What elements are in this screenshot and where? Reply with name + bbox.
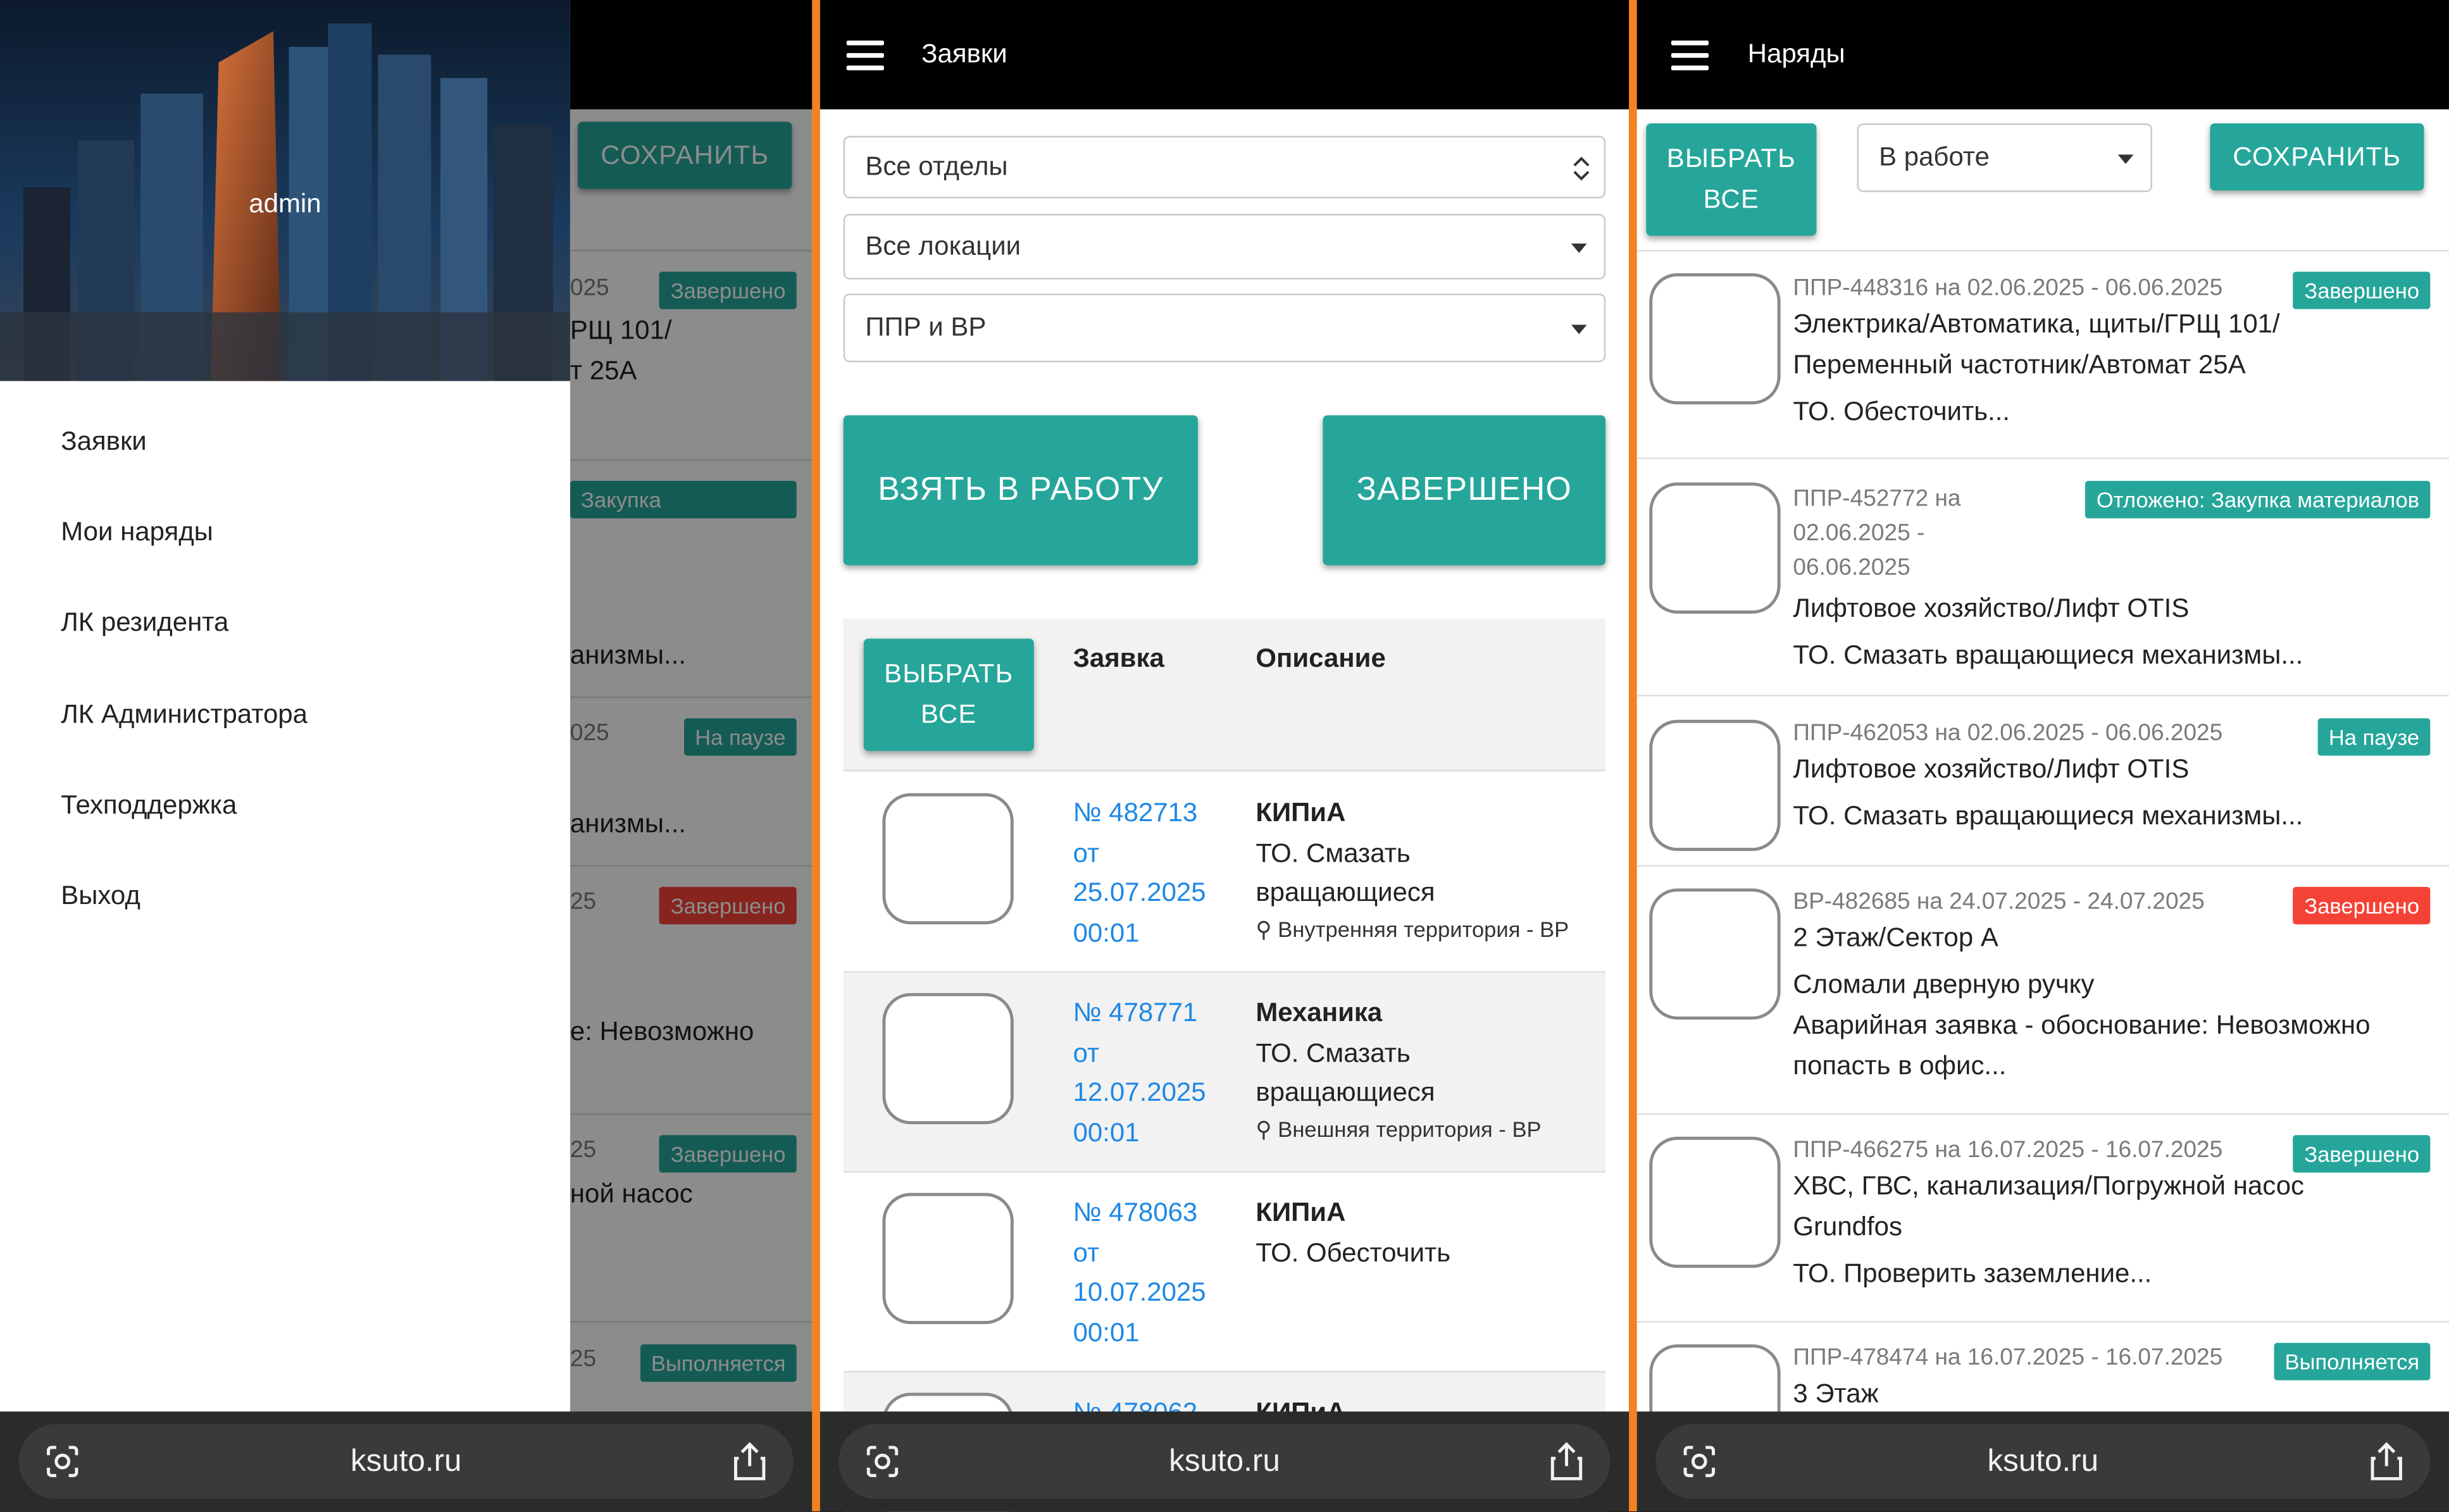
- url-bar[interactable]: ksuto.ru: [838, 1423, 1611, 1499]
- order-item[interactable]: Завершено ППР-466275 на 16.07.2025 - 16.…: [1636, 1115, 2449, 1323]
- request-description: КИПиА ТО. Обесточить: [1256, 1198, 1451, 1267]
- complete-button[interactable]: ЗАВЕРШЕНО: [1323, 415, 1606, 566]
- page-settings-icon[interactable]: [1681, 1443, 1718, 1480]
- request-description: Механика ТО. Смазать вращающиеся ⚲ Внешн…: [1256, 998, 1542, 1141]
- item-checkbox[interactable]: [1649, 482, 1781, 614]
- menu-item-my-orders[interactable]: Мои наряды: [61, 517, 213, 548]
- nav-drawer: admin Заявки Мои наряды ЛК резидента ЛК …: [0, 0, 570, 1413]
- select-all-button[interactable]: ВЫБРАТЬ ВСЕ: [863, 638, 1034, 752]
- updown-icon: [1573, 156, 1590, 181]
- panel-menu: СОХРАНИТЬ 025 Завершено РЩ 101/ т 25А За…: [0, 0, 813, 1512]
- order-item[interactable]: Завершено ВР-482685 на 24.07.2025 - 24.0…: [1636, 867, 2449, 1115]
- select-all-button[interactable]: ВЫБРАТЬ ВСЕ: [1646, 123, 1817, 236]
- menu-item-requests[interactable]: Заявки: [61, 426, 147, 457]
- request-description: КИПиА ТО. Смазать вращающиеся ⚲ Внутренн…: [1256, 798, 1569, 941]
- page-settings-icon[interactable]: [864, 1443, 901, 1480]
- location-pin-icon: ⚲: [1256, 915, 1272, 941]
- panel-orders: Наряды ВЫБРАТЬ ВСЕ В работе СОХРАНИТЬ За…: [1636, 0, 2449, 1512]
- type-value: ППР и ВР: [865, 312, 987, 342]
- menu-item-logout[interactable]: Выход: [61, 881, 140, 912]
- order-text: ППР-466275 на 16.07.2025 - 16.07.2025 ХВ…: [1793, 1136, 2305, 1289]
- location-pin-icon: ⚲: [1256, 1115, 1272, 1141]
- order-text: ВР-482685 на 24.07.2025 - 24.07.2025 2 Э…: [1793, 888, 2371, 1081]
- order-text: ППР-462053 на 02.06.2025 - 06.06.2025 Ли…: [1793, 719, 2303, 831]
- column-header-description: Описание: [1256, 643, 1386, 673]
- drawer-overlay[interactable]: [570, 0, 813, 1413]
- order-item[interactable]: Отложено: Закупка материалов ППР-452772 …: [1636, 461, 2449, 697]
- item-checkbox[interactable]: [1649, 1136, 1781, 1268]
- request-number[interactable]: № 482713 от 25.07.2025 00:01: [1073, 793, 1206, 953]
- row-checkbox[interactable]: [882, 993, 1014, 1125]
- url-bar[interactable]: ksuto.ru: [18, 1423, 794, 1499]
- page-title: Наряды: [1747, 39, 1845, 69]
- browser-bar: ksuto.ru: [1636, 1411, 2449, 1512]
- location-select[interactable]: Все локации: [843, 214, 1606, 280]
- save-button[interactable]: СОХРАНИТЬ: [2210, 123, 2424, 191]
- order-item[interactable]: Завершено ППР-448316 на 02.06.2025 - 06.…: [1636, 251, 2449, 459]
- row-checkbox[interactable]: [882, 793, 1014, 925]
- top-app-bar: Заявки: [819, 0, 1630, 109]
- menu-item-admin-cabinet[interactable]: ЛК Администратора: [61, 700, 308, 731]
- table-header: ВЫБРАТЬ ВСЕ Заявка Описание: [843, 618, 1606, 772]
- chevron-down-icon: [1571, 325, 1587, 335]
- request-number[interactable]: № 478771 от 12.07.2025 00:01: [1073, 993, 1206, 1153]
- status-filter-select[interactable]: В работе: [1857, 123, 2153, 192]
- order-text: ППР-452772 на 02.06.2025 - 06.06.2025 Ли…: [1793, 485, 2303, 670]
- share-icon[interactable]: [731, 1441, 768, 1482]
- menu-icon[interactable]: [846, 39, 884, 70]
- url-text: ksuto.ru: [1987, 1443, 2099, 1478]
- item-checkbox[interactable]: [1649, 719, 1781, 852]
- status-filter-value: В работе: [1879, 142, 1990, 172]
- chevron-down-icon: [1571, 244, 1587, 253]
- url-text: ksuto.ru: [1169, 1443, 1280, 1478]
- chevron-down-icon: [2117, 154, 2134, 164]
- table-row[interactable]: № 482713 от 25.07.2025 00:01 КИПиА ТО. Смаз…: [843, 772, 1606, 973]
- url-bar[interactable]: ksuto.ru: [1655, 1423, 2431, 1499]
- menu-item-resident-cabinet[interactable]: ЛК резидента: [61, 607, 228, 638]
- url-text: ksuto.ru: [350, 1443, 462, 1478]
- drawer-header-image: admin: [0, 0, 570, 381]
- order-item[interactable]: На паузе ППР-462053 на 02.06.2025 - 06.0…: [1636, 698, 2449, 867]
- department-value: Все отделы: [865, 151, 1008, 182]
- panel-requests: Заявки Все отделы Все локации ППР и ВР В…: [819, 0, 1630, 1512]
- browser-bar: ksuto.ru: [819, 1411, 1630, 1512]
- table-row[interactable]: № 478771 от 12.07.2025 00:01 Механика ТО. С…: [843, 972, 1606, 1173]
- order-text: ППР-478474 на 16.07.2025 - 16.07.2025 3 …: [1793, 1344, 2223, 1409]
- row-checkbox[interactable]: [882, 1193, 1014, 1324]
- type-select[interactable]: ППР и ВР: [843, 294, 1606, 363]
- request-number[interactable]: № 478063 от 10.07.2025 00:01: [1073, 1193, 1206, 1353]
- item-checkbox[interactable]: [1649, 273, 1781, 405]
- top-app-bar: Наряды: [1636, 0, 2449, 109]
- location-value: Все локации: [865, 231, 1021, 261]
- divider: [812, 0, 820, 1512]
- page-settings-icon[interactable]: [44, 1443, 81, 1480]
- column-header-request: Заявка: [1073, 643, 1164, 673]
- order-text: ППР-448316 на 02.06.2025 - 06.06.2025 Эл…: [1793, 275, 2280, 426]
- department-select[interactable]: Все отделы: [843, 135, 1606, 199]
- user-name: admin: [249, 189, 321, 219]
- table-row[interactable]: № 478063 от 10.07.2025 00:01 КИПиА ТО. Обес…: [843, 1172, 1606, 1373]
- item-checkbox[interactable]: [1649, 888, 1781, 1020]
- menu-icon[interactable]: [1671, 39, 1709, 70]
- menu-item-support[interactable]: Техподдержка: [61, 790, 237, 821]
- share-icon[interactable]: [2368, 1441, 2405, 1482]
- divider: [1629, 0, 1637, 1512]
- share-icon[interactable]: [1548, 1441, 1585, 1482]
- page-title: Заявки: [921, 39, 1007, 69]
- take-to-work-button[interactable]: ВЗЯТЬ В РАБОТУ: [843, 415, 1199, 566]
- browser-bar: ksuto.ru: [0, 1411, 813, 1512]
